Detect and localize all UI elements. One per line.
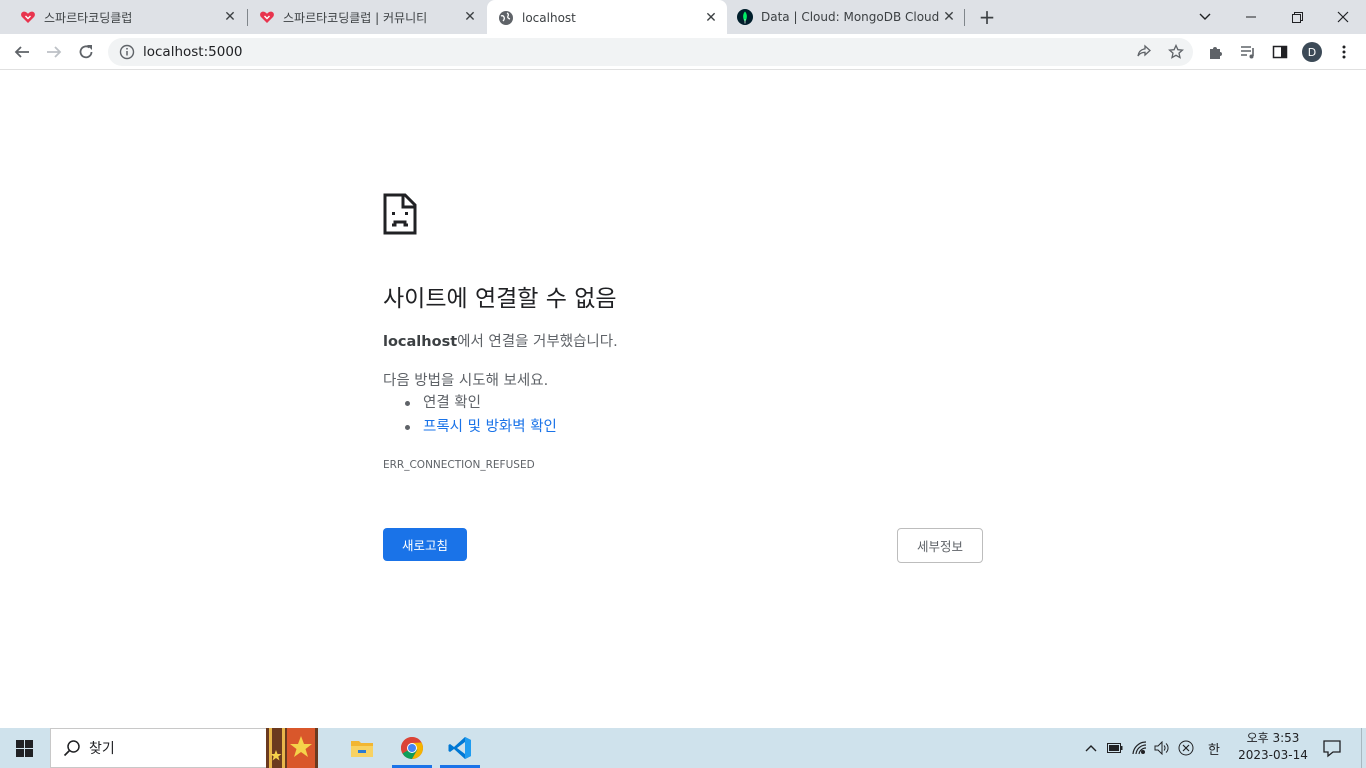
error-host: localhost <box>383 334 458 350</box>
taskbar-file-explorer[interactable] <box>338 728 386 768</box>
search-icon <box>63 740 80 757</box>
battery-icon <box>1107 743 1123 753</box>
forward-button[interactable] <box>40 38 68 66</box>
suggestions-heading: 다음 방법을 시도해 보세요. <box>383 373 549 389</box>
network-button[interactable] <box>1131 739 1149 757</box>
tab-title: 스파르타코딩클럽 | 커뮤니티 <box>283 10 428 25</box>
clock-date: 2023-03-14 <box>1238 748 1308 762</box>
tab-title: localhost <box>522 10 576 25</box>
close-icon[interactable]: ✕ <box>222 9 238 25</box>
taskbar-vscode[interactable] <box>436 728 484 768</box>
restore-button[interactable] <box>1274 0 1320 34</box>
tab-title: Data | Cloud: MongoDB Cloud <box>761 10 940 24</box>
app-status-button[interactable] <box>1177 739 1195 757</box>
windows-logo-icon <box>15 739 33 757</box>
sad-document-icon <box>383 193 417 235</box>
arrow-left-icon <box>14 46 29 58</box>
restore-icon <box>1291 11 1303 23</box>
reload-button[interactable] <box>72 38 100 66</box>
start-button[interactable] <box>0 728 48 768</box>
chevron-down-icon <box>1199 13 1211 20</box>
close-icon[interactable]: ✕ <box>703 10 719 26</box>
back-button[interactable] <box>8 38 36 66</box>
puzzle-icon <box>1210 47 1222 59</box>
error-description-text: 에서 연결을 거부했습니다. <box>457 334 618 350</box>
error-page: 사이트에 연결할 수 없음 localhost에서 연결을 거부했습니다. 다음… <box>0 71 1366 728</box>
minimize-button[interactable] <box>1228 0 1274 34</box>
circle-x-icon <box>1178 740 1194 756</box>
search-placeholder: 찾기 <box>89 741 115 757</box>
minimize-icon <box>1246 16 1256 18</box>
side-panel-button[interactable] <box>1266 38 1294 66</box>
error-title: 사이트에 연결할 수 없음 <box>383 286 617 312</box>
media-control-button[interactable] <box>1234 38 1262 66</box>
tab-sparta-community[interactable]: 스파르타코딩클럽 | 커뮤니티 ✕ <box>248 0 486 34</box>
wifi-icon <box>1132 741 1147 755</box>
globe-icon <box>499 10 513 25</box>
close-icon[interactable]: ✕ <box>941 9 957 25</box>
battery-button[interactable] <box>1106 739 1124 757</box>
tab-separator <box>964 9 965 26</box>
taskbar-chrome[interactable] <box>388 728 436 768</box>
ime-indicator[interactable]: 한 <box>1205 739 1223 758</box>
vscode-icon <box>448 737 471 759</box>
details-button[interactable]: 세부정보 <box>897 528 983 563</box>
folder-icon <box>351 741 373 757</box>
tab-title: 스파르타코딩클럽 <box>44 10 133 25</box>
info-icon[interactable] <box>119 44 135 60</box>
tab-mongodb[interactable]: Data | Cloud: MongoDB Cloud ✕ <box>727 0 965 34</box>
reload-icon <box>79 45 93 59</box>
menu-button[interactable] <box>1330 38 1358 66</box>
tray-overflow-button[interactable] <box>1082 739 1100 757</box>
suggestions-list: 연결 확인 프록시 및 방화벽 확인 <box>405 391 557 439</box>
new-tab-button[interactable]: + <box>976 5 998 29</box>
share-icon[interactable] <box>1136 44 1152 60</box>
chrome-icon <box>401 737 423 759</box>
tab-localhost[interactable]: localhost ✕ <box>487 0 727 35</box>
playlist-icon <box>1241 46 1254 59</box>
windows-taskbar: 찾기 한 오후 3:53 2023-03-14 <box>0 728 1366 768</box>
side-panel-icon <box>1272 45 1288 59</box>
show-desktop-button[interactable] <box>1361 728 1366 768</box>
extensions-button[interactable] <box>1202 38 1230 66</box>
clock[interactable]: 오후 3:53 2023-03-14 <box>1232 730 1314 764</box>
sparta-heart-icon <box>260 11 274 23</box>
address-bar[interactable]: localhost:5000 <box>108 38 1193 66</box>
bookmark-star-icon[interactable] <box>1168 44 1184 60</box>
suggestion-check-proxy-firewall-link[interactable]: 프록시 및 방화벽 확인 <box>405 415 557 439</box>
suggestion-check-connection: 연결 확인 <box>405 391 557 415</box>
error-code: ERR_CONNECTION_REFUSED <box>383 459 535 471</box>
clock-time: 오후 3:53 <box>1246 731 1300 745</box>
close-icon[interactable]: ✕ <box>462 9 478 25</box>
arrow-right-icon <box>47 46 62 58</box>
sparta-heart-icon <box>21 11 35 23</box>
browser-toolbar: localhost:5000 D <box>0 34 1366 70</box>
search-highlight-image <box>266 728 318 768</box>
error-description: localhost에서 연결을 거부했습니다. <box>383 330 618 351</box>
more-vertical-icon <box>1342 45 1346 59</box>
url-text[interactable]: localhost:5000 <box>143 44 243 60</box>
notification-center-icon[interactable] <box>1322 738 1342 758</box>
close-icon <box>1337 11 1349 23</box>
mongodb-leaf-icon <box>737 9 753 25</box>
tab-search-button[interactable] <box>1182 0 1228 34</box>
tab-strip: 스파르타코딩클럽 ✕ 스파르타코딩클럽 | 커뮤니티 ✕ localhost ✕… <box>0 0 1366 35</box>
volume-button[interactable] <box>1153 739 1171 757</box>
profile-avatar[interactable]: D <box>1302 42 1322 62</box>
chevron-up-icon <box>1085 745 1097 752</box>
close-window-button[interactable] <box>1320 0 1366 34</box>
reload-page-button[interactable]: 새로고침 <box>383 528 467 561</box>
speaker-icon <box>1154 741 1169 755</box>
tab-sparta[interactable]: 스파르타코딩클럽 ✕ <box>0 0 246 34</box>
